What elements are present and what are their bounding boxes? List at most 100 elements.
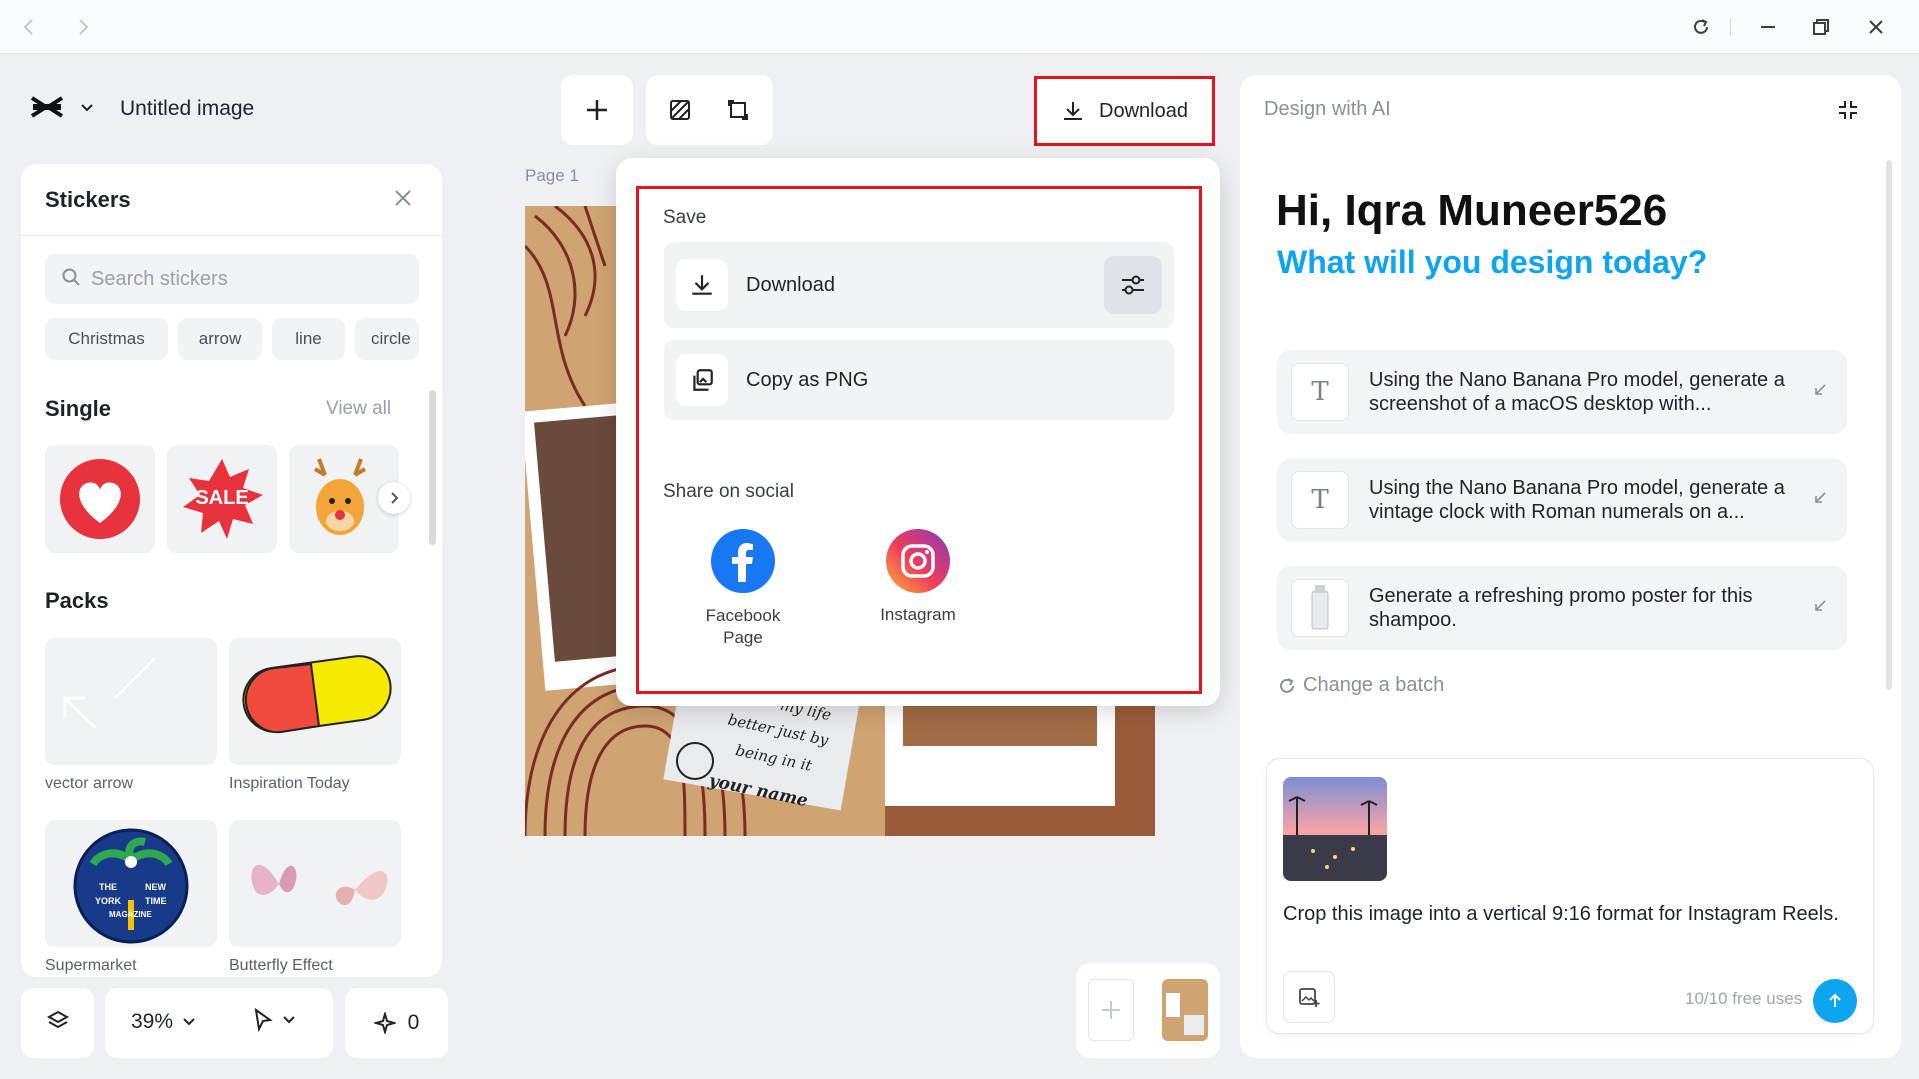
zoom-pointer-group: 39% — [105, 988, 333, 1058]
panel-divider — [21, 235, 442, 236]
canvas-tools — [646, 75, 773, 145]
page-thumbnail[interactable] — [1162, 979, 1208, 1041]
ai-panel-scrollbar[interactable] — [1886, 160, 1892, 690]
background-icon[interactable] — [668, 98, 692, 127]
page-thumbnail-image — [1162, 979, 1208, 1041]
cursor-icon — [254, 1008, 273, 1032]
arrow-down-left-icon — [1813, 491, 1827, 510]
pack-label: Inspiration Today — [229, 775, 350, 792]
add-image-icon — [1299, 988, 1320, 1007]
minimize-icon[interactable] — [1751, 10, 1785, 44]
packs-heading: Packs — [45, 588, 109, 613]
ai-input-text[interactable]: Crop this image into a vertical 9:16 for… — [1283, 901, 1853, 928]
chevron-right-icon[interactable] — [378, 482, 410, 514]
refresh-icon — [1280, 677, 1294, 693]
ai-credits-button[interactable]: 0 — [345, 988, 448, 1058]
change-batch-button[interactable]: Change a batch — [1277, 674, 1444, 697]
collapse-icon[interactable] — [1836, 98, 1860, 127]
chevron-down-icon — [183, 1018, 195, 1026]
magazine-text-magazine: MAGAZINE — [109, 910, 152, 919]
pack-label: vector arrow — [45, 775, 134, 792]
prompt-text: Using the Nano Banana Pro model, generat… — [1369, 369, 1785, 415]
chevron-down-icon — [283, 1016, 295, 1024]
chevron-down-icon[interactable] — [80, 100, 94, 118]
back-icon[interactable] — [12, 10, 46, 44]
scrollbar[interactable] — [429, 390, 436, 545]
pointer-tool[interactable] — [253, 1008, 295, 1032]
greeting: Hi, Iqra Muneer526 — [1276, 186, 1668, 235]
search-placeholder: Search stickers — [91, 267, 228, 290]
text-icon: T — [1291, 363, 1349, 421]
project-title[interactable]: Untitled image — [120, 97, 254, 121]
shampoo-thumbnail — [1291, 579, 1349, 637]
pack-butterfly-effect[interactable] — [229, 820, 401, 947]
highlight-box — [636, 186, 1202, 694]
restore-icon[interactable] — [1804, 10, 1838, 44]
pack-inspiration-today[interactable] — [229, 638, 401, 765]
tag-circle[interactable]: circle — [355, 318, 419, 360]
tag-arrow[interactable]: arrow — [178, 318, 262, 360]
magazine-text-york: YORK — [95, 896, 122, 906]
plus-icon — [1102, 1001, 1120, 1019]
stickers-title: Stickers — [45, 187, 131, 212]
send-button[interactable] — [1813, 979, 1857, 1023]
ai-panel-title: Design with AI — [1264, 98, 1391, 120]
prompt-suggestion[interactable]: T Using the Nano Banana Pro model, gener… — [1277, 458, 1847, 542]
pack-vector-arrow[interactable] — [45, 638, 217, 765]
magazine-text-new: NEW — [145, 882, 166, 892]
highlight-box — [1034, 76, 1215, 146]
zoom-control[interactable]: 39% — [131, 1010, 195, 1034]
free-uses: 10/10 free uses — [1685, 989, 1803, 1008]
magazine-text-the: THE — [99, 882, 117, 892]
arrow-icon — [63, 657, 156, 730]
arrow-down-left-icon — [1813, 599, 1827, 618]
change-batch-label: Change a batch — [1303, 674, 1445, 696]
plus-icon — [587, 100, 607, 120]
layers-icon — [46, 1009, 70, 1038]
zoom-value: 39% — [131, 1010, 174, 1033]
sale-text: SALE — [195, 487, 249, 509]
prompt-suggestion[interactable]: T Using the Nano Banana Pro model, gener… — [1277, 350, 1847, 434]
stickers-panel: Stickers Search stickers Christmas arrow… — [21, 164, 442, 977]
sticker-sale[interactable]: SALE — [167, 445, 277, 553]
city-sunset-image — [1283, 777, 1387, 881]
attached-image[interactable] — [1283, 777, 1387, 881]
arrow-up-icon — [1829, 993, 1841, 1007]
window-titlebar — [0, 0, 1919, 54]
tag-line[interactable]: line — [272, 318, 345, 360]
add-button[interactable] — [561, 75, 633, 145]
capcut-logo-icon[interactable] — [30, 94, 64, 125]
greeting-subtitle: What will you design today? — [1277, 244, 1708, 280]
magazine-text-time: TIME — [145, 896, 167, 906]
forward-icon[interactable] — [66, 10, 100, 44]
ai-credits-count: 0 — [407, 1011, 420, 1034]
tag-christmas[interactable]: Christmas — [45, 318, 168, 360]
heart-icon — [60, 459, 140, 539]
view-all-link[interactable]: View all — [326, 398, 391, 420]
resize-icon[interactable] — [726, 98, 750, 127]
text-icon: T — [1291, 471, 1349, 529]
prompt-text: Generate a refreshing promo poster for t… — [1369, 585, 1753, 631]
add-page-button[interactable] — [1088, 979, 1134, 1041]
page-label: Page 1 — [525, 166, 579, 185]
ai-input-box[interactable]: Crop this image into a vertical 9:16 for… — [1266, 758, 1874, 1034]
titlebar-divider — [1730, 18, 1731, 36]
refresh-icon[interactable] — [1684, 10, 1718, 44]
close-window-icon[interactable] — [1859, 10, 1893, 44]
arrow-down-left-icon — [1813, 383, 1827, 402]
prompt-suggestion[interactable]: Generate a refreshing promo poster for t… — [1277, 566, 1847, 650]
capsule-icon — [242, 655, 392, 734]
close-icon[interactable] — [393, 188, 413, 213]
sticker-heart[interactable] — [45, 445, 155, 553]
project-header: Untitled image — [16, 76, 292, 142]
layers-button[interactable] — [21, 988, 94, 1058]
search-input[interactable]: Search stickers — [45, 254, 419, 304]
sparkle-icon — [373, 1012, 396, 1034]
pack-label: Butterfly Effect — [229, 957, 333, 974]
magazine-badge-icon — [73, 828, 189, 944]
pages-strip — [1076, 963, 1220, 1058]
single-heading: Single — [45, 396, 112, 421]
pack-supermarket[interactable]: THE NEW YORK TIME MAGAZINE — [45, 820, 217, 947]
prompt-text: Using the Nano Banana Pro model, generat… — [1369, 477, 1785, 523]
add-image-button[interactable] — [1283, 971, 1335, 1023]
